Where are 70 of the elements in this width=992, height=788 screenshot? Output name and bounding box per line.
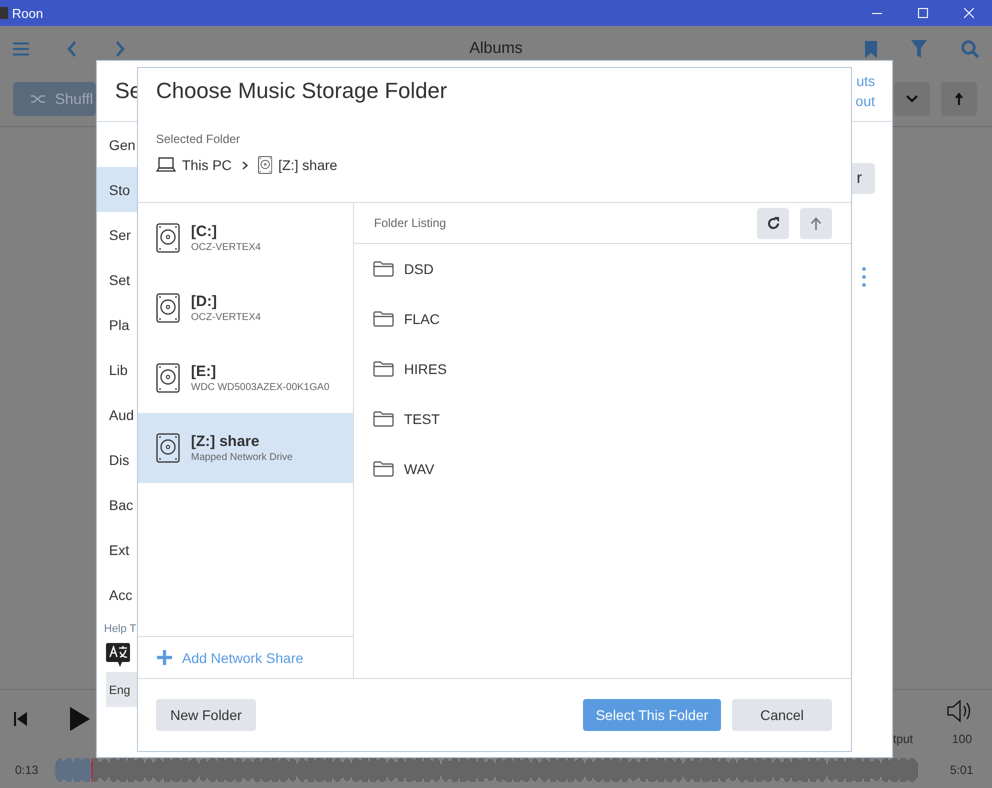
output-label: tput [893,732,914,746]
plus-icon[interactable] [157,650,172,665]
settings-nav-item[interactable]: Aud [97,392,137,437]
arrow-up-icon [810,216,822,230]
close-icon[interactable] [964,8,974,18]
folder-name[interactable]: FLAC [404,311,440,327]
settings-nav-item[interactable]: Acc [97,572,137,617]
settings-nav-item[interactable]: Dis [97,437,137,482]
laptop-icon [156,157,176,173]
settings-nav-item[interactable]: Pla [97,302,137,347]
hard-drive-icon [156,433,180,463]
drive-item[interactable]: [C:] OCZ-VERTEX4 [138,203,353,273]
back-icon[interactable] [67,41,77,57]
drive-item[interactable]: [E:] WDC WD5003AZEX-00K1GA0 [138,343,353,413]
folder-name[interactable]: WAV [404,461,434,477]
translate-icon [106,643,130,667]
track-duration: 5:01 [950,763,974,777]
folder-name[interactable]: DSD [404,261,434,277]
breadcrumb-item[interactable]: This PC [182,157,232,173]
maximize-icon[interactable] [918,8,928,18]
shuffle-icon [31,94,45,104]
folder-icon [373,361,394,377]
settings-nav-item[interactable]: Ser [97,212,137,257]
settings-nav-item[interactable]: Set [97,257,137,302]
settings-nav-item[interactable]: Ext [97,527,137,572]
forward-icon[interactable] [115,41,125,57]
settings-nav-item[interactable]: Lib [97,347,137,392]
hard-drive-icon [156,293,180,323]
drive-item[interactable]: [Z:] share Mapped Network Drive [138,413,353,483]
dialog-title: Choose Music Storage Folder [156,78,448,104]
scroll-top-button[interactable] [941,82,977,116]
folder-icon [373,461,394,477]
page-title: Albums [469,40,523,57]
filter-icon[interactable] [911,40,927,58]
hard-drive-icon [258,156,272,174]
refresh-icon [766,216,780,230]
hard-drive-icon [156,363,180,393]
dropdown-button[interactable] [894,82,930,116]
dialog-button[interactable]: New Folder [156,699,256,731]
more-icon[interactable] [862,267,866,287]
help-label: Help T [103,622,137,635]
folder-name[interactable]: HIRES [404,361,447,377]
breadcrumb-item[interactable]: [Z:] share [278,157,338,173]
app-logo [0,7,8,19]
settings-nav-item[interactable]: Gen [97,122,137,167]
bookmark-icon[interactable] [865,40,877,58]
elapsed-time: 0:13 [15,763,38,777]
selected-folder-label: Selected Folder [156,132,242,146]
folder-icon [373,411,394,427]
folder-name[interactable]: TEST [404,411,440,427]
play-icon[interactable] [69,707,91,731]
folder-listing-label: Folder Listing [374,216,446,230]
refresh-button[interactable] [757,208,789,238]
dialog-button[interactable]: Cancel [732,699,832,731]
folder-icon [373,311,394,327]
settings-nav-item[interactable]: Bac [97,482,137,527]
chevron-icon [242,160,248,170]
menu-icon[interactable] [13,42,29,56]
hard-drive-icon [156,223,180,253]
language-button[interactable]: Eng [106,672,137,707]
folder-icon [373,261,394,277]
settings-nav-item[interactable]: Sto [97,167,137,212]
previous-icon[interactable] [14,712,27,726]
volume-level: 100 [952,732,972,746]
drive-item[interactable]: [D:] OCZ-VERTEX4 [138,273,353,343]
parent-folder-button[interactable] [800,208,832,238]
window-title: Roon [12,6,44,20]
arrow-up-icon [955,93,963,105]
search-icon[interactable] [961,40,979,58]
caret-icon [906,95,918,103]
